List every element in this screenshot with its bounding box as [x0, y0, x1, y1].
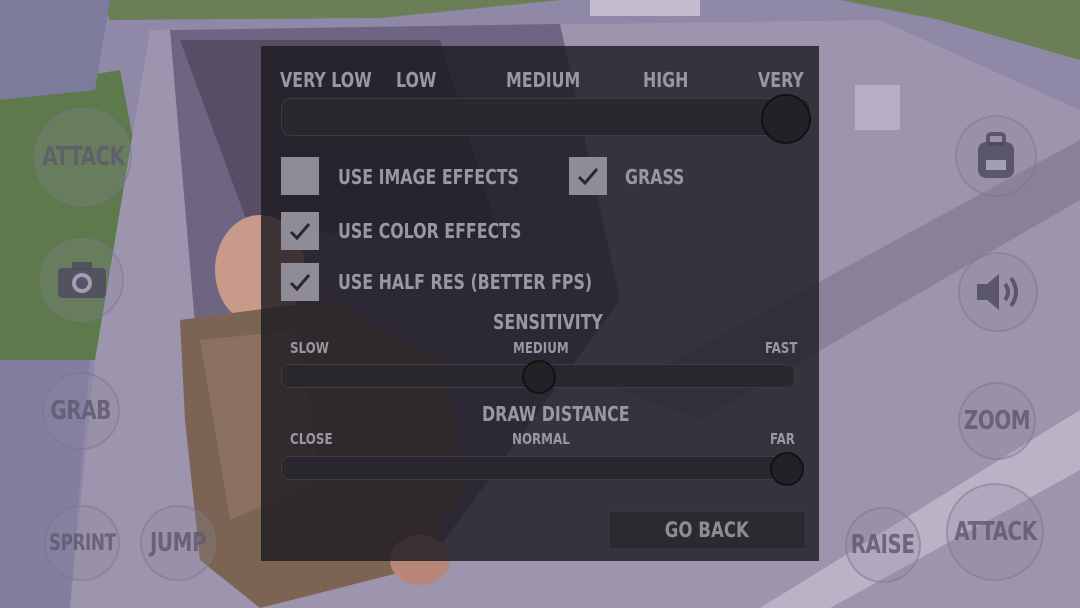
camera-button[interactable] [40, 238, 124, 322]
draw-distance-min-label: CLOSE [290, 430, 333, 448]
quality-slider-handle[interactable] [761, 94, 811, 144]
attack-label: ATTACK [953, 517, 1037, 547]
quality-label-very: VERY [758, 68, 804, 92]
attack-label: ATTACK [41, 142, 125, 172]
sensitivity-min-label: SLOW [290, 339, 329, 357]
draw-distance-slider-handle[interactable] [770, 452, 804, 486]
quality-label-high: HIGH [643, 68, 689, 92]
zoom-button[interactable]: ZOOM [958, 382, 1036, 460]
zoom-label: ZOOM [963, 406, 1031, 436]
checkmark-icon [289, 223, 311, 241]
sensitivity-slider-handle[interactable] [522, 360, 556, 394]
sensitivity-mid-label: MEDIUM [513, 339, 569, 357]
draw-distance-slider-track[interactable] [281, 456, 803, 480]
sensitivity-title: SENSITIVITY [493, 310, 603, 334]
camera-icon [58, 262, 106, 298]
go-back-label: GO BACK [664, 518, 750, 542]
image-effects-checkbox[interactable] [281, 157, 319, 195]
grass-checkbox[interactable] [569, 157, 607, 195]
jump-label: JUMP [149, 528, 207, 558]
draw-distance-max-label: FAR [770, 430, 795, 448]
quality-label-very-low: VERY LOW [280, 68, 372, 92]
backpack-button[interactable] [955, 115, 1037, 197]
quality-slider-track[interactable] [281, 98, 811, 136]
color-effects-label: USE COLOR EFFECTS [338, 219, 522, 243]
checkmark-icon [289, 274, 311, 292]
sensitivity-max-label: FAST [765, 339, 798, 357]
half-res-checkbox[interactable] [281, 263, 319, 301]
raise-label: RAISE [851, 530, 915, 560]
image-effects-label: USE IMAGE EFFECTS [338, 165, 519, 189]
go-back-button[interactable]: GO BACK [608, 511, 806, 549]
quality-label-low: LOW [396, 68, 437, 92]
draw-distance-title: DRAW DISTANCE [482, 402, 630, 426]
color-effects-checkbox[interactable] [281, 212, 319, 250]
sprint-button[interactable]: SPRINT [44, 505, 120, 581]
backpack-icon [978, 132, 1014, 178]
quality-label-medium: MEDIUM [506, 68, 581, 92]
raise-button[interactable]: RAISE [845, 507, 921, 583]
grass-label: GRASS [625, 165, 685, 189]
grab-label: GRAB [50, 396, 112, 426]
checkmark-icon [577, 168, 599, 186]
grab-button[interactable]: GRAB [42, 372, 120, 450]
attack-button-left[interactable]: ATTACK [34, 108, 132, 206]
sound-button[interactable] [958, 252, 1038, 332]
attack-button-right[interactable]: ATTACK [946, 483, 1044, 581]
draw-distance-mid-label: NORMAL [512, 430, 570, 448]
half-res-label: USE HALF RES (BETTER FPS) [338, 270, 593, 294]
jump-button[interactable]: JUMP [140, 505, 216, 581]
speaker-icon [977, 274, 1018, 310]
sprint-label: SPRINT [48, 530, 116, 556]
